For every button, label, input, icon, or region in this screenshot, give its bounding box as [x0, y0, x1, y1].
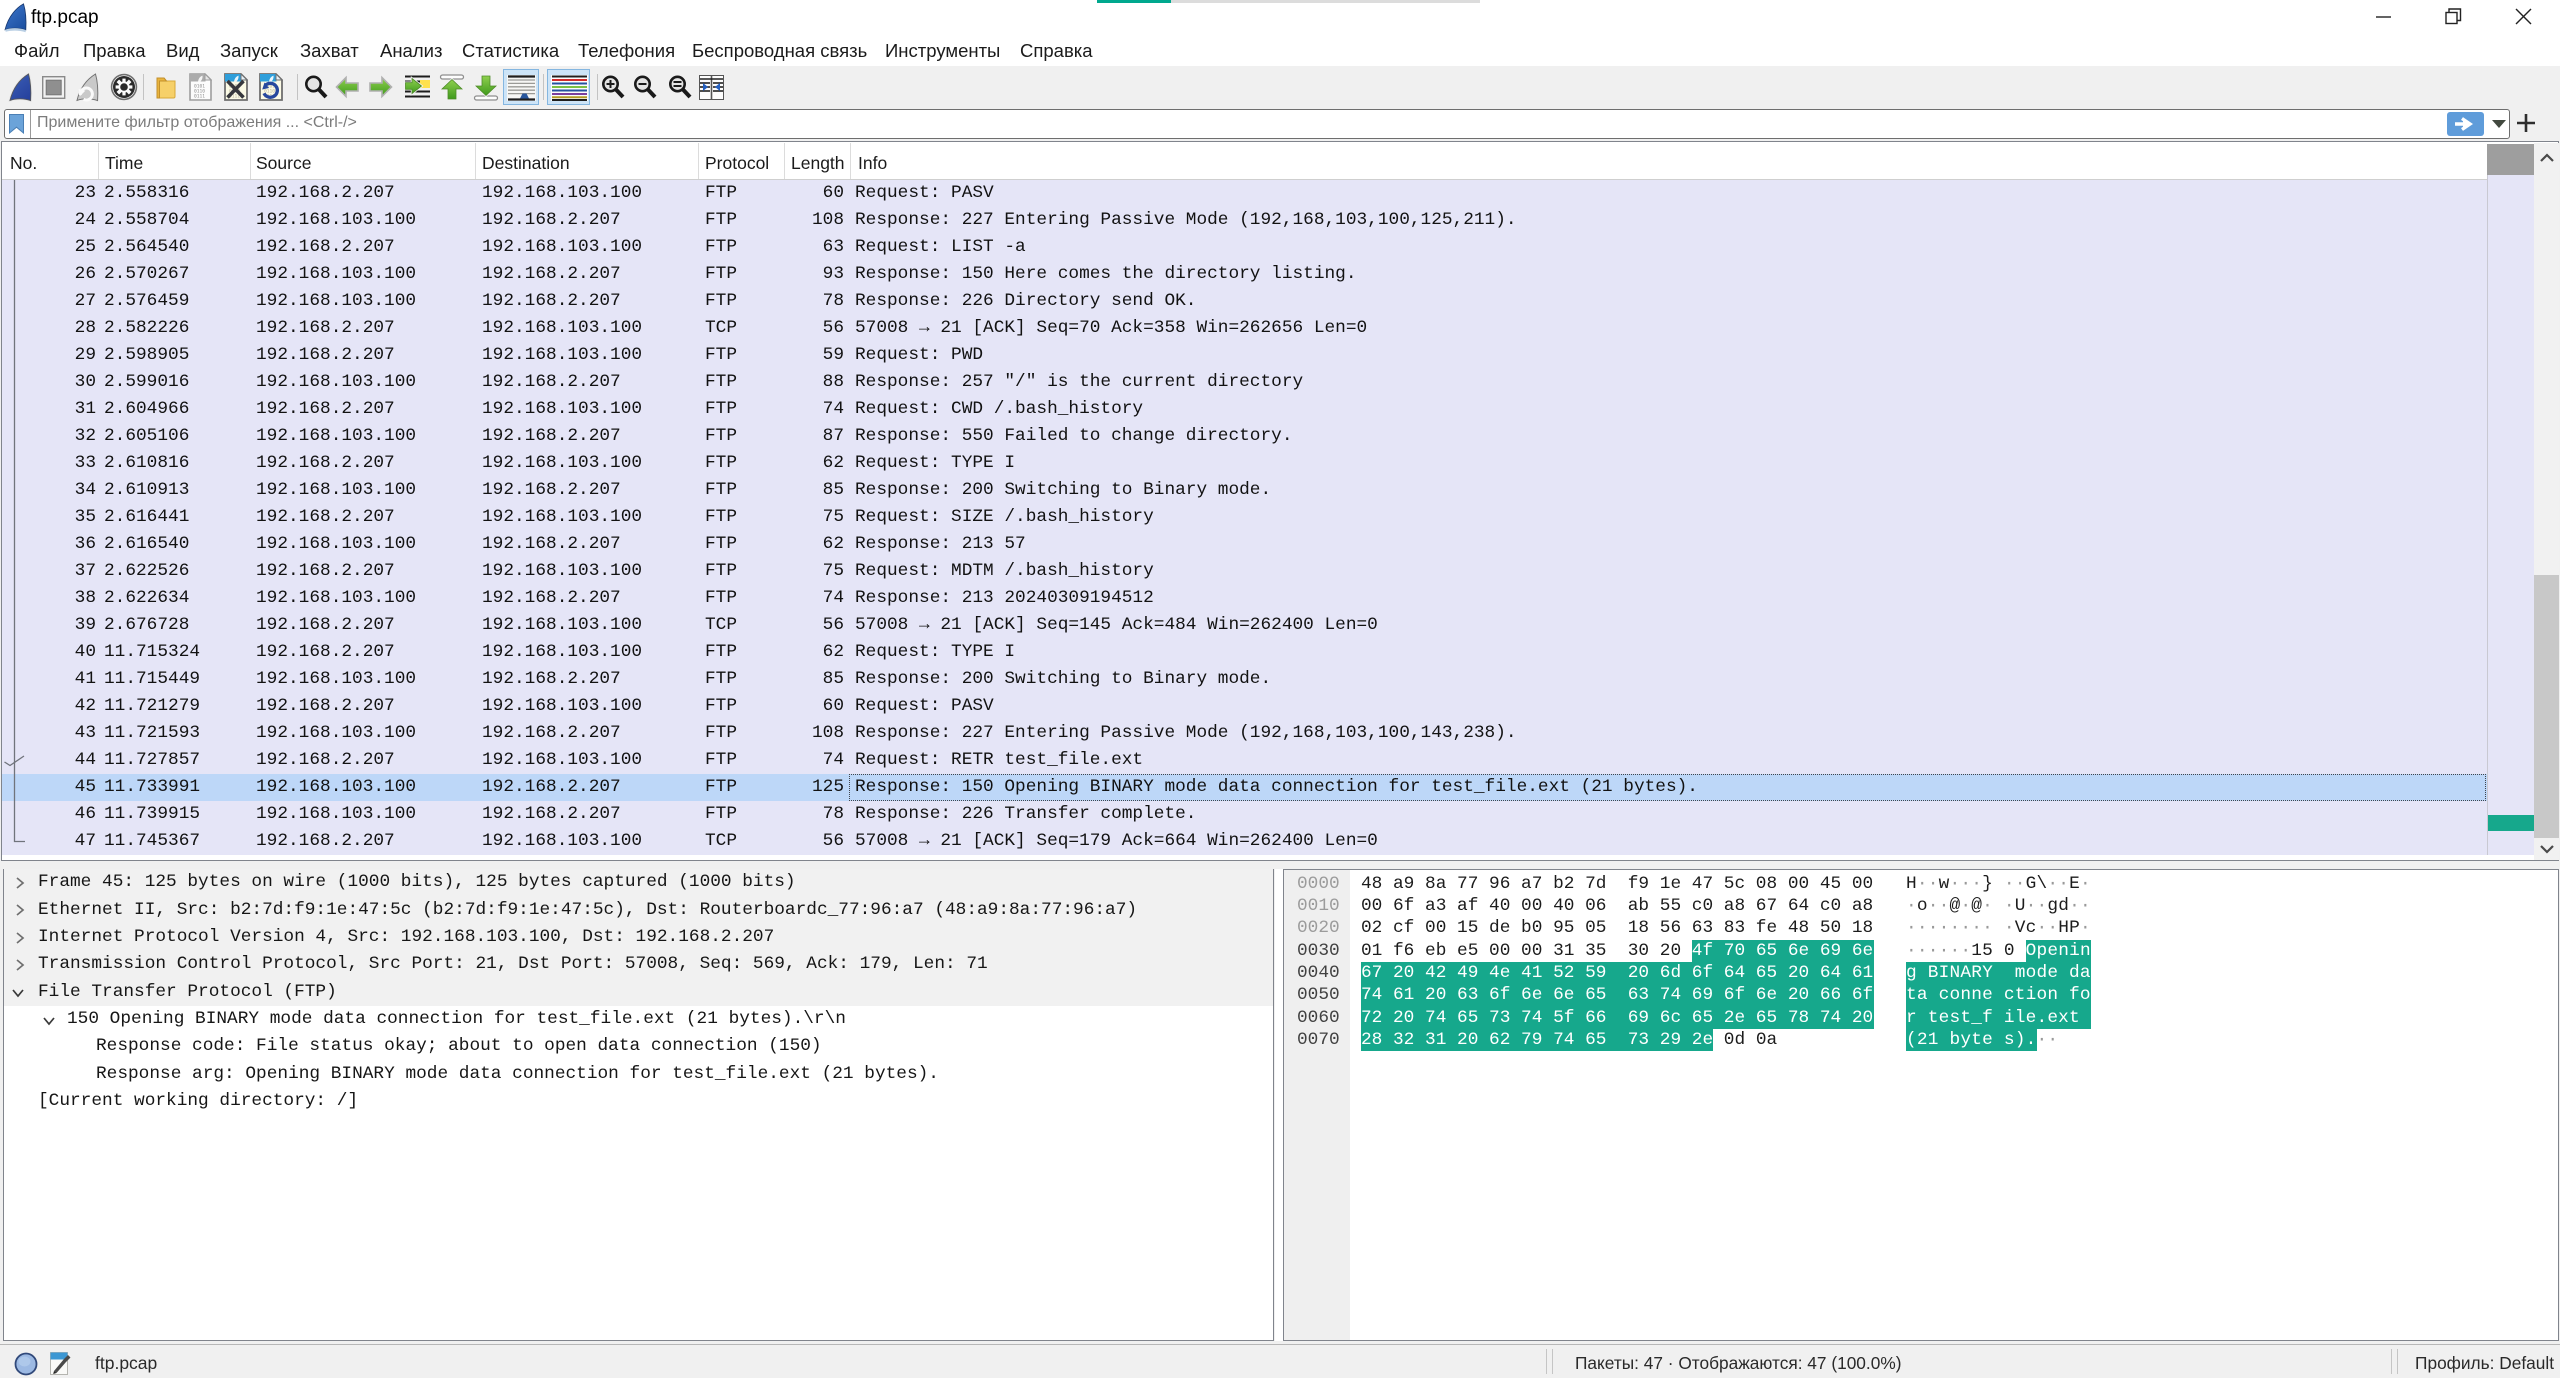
svg-text:0111: 0111: [194, 94, 205, 100]
